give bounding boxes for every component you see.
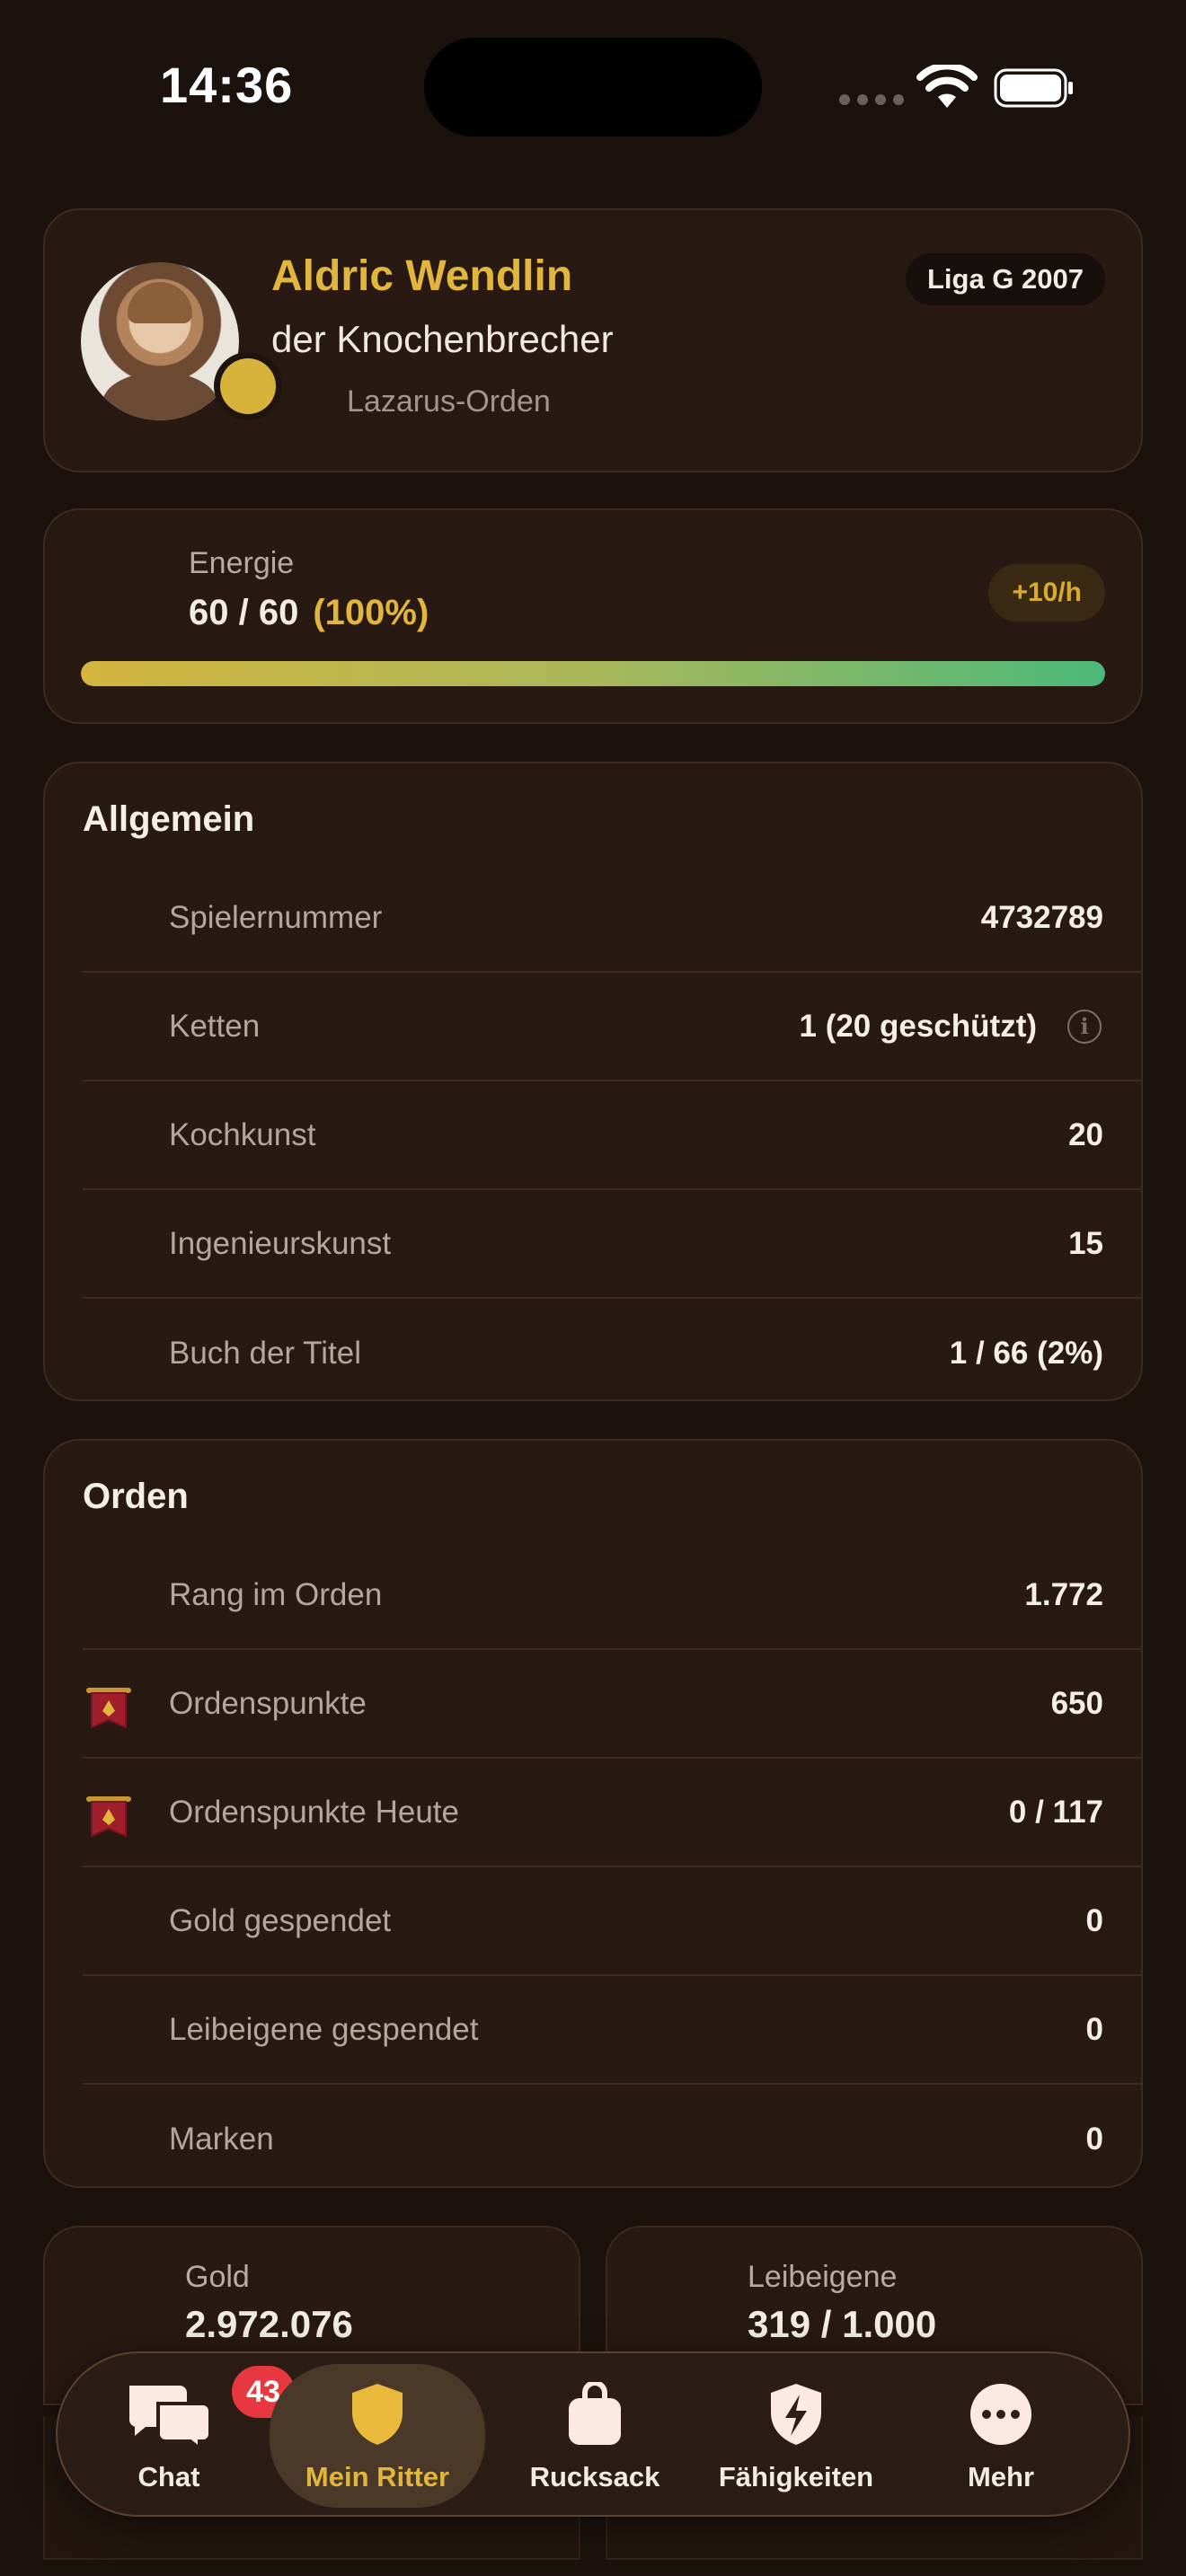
row-label: Buch der Titel [169,1335,361,1371]
tab-mein-ritter[interactable]: Mein Ritter [270,2364,485,2508]
battery-icon [994,68,1073,108]
league-badge[interactable]: Liga G 2007 [905,253,1105,305]
hero-order[interactable]: Lazarus-Orden [347,384,551,419]
more-dots-icon [970,2384,1031,2445]
status-time: 14:36 [160,57,294,113]
tab-faehigkeiten[interactable]: Fähigkeiten [688,2353,904,2519]
row-value: 4732789 [980,899,1103,935]
order-section-title: Orden [83,1477,189,1516]
gold-value: 2.972.076 [185,2303,353,2345]
list-item-order-rank: Rang im Orden 1.772 [83,1541,1141,1650]
row-label: Ingenieurskunst [169,1225,392,1261]
row-label: Ketten [169,1008,261,1044]
avatar-level-badge [214,352,282,420]
row-label: Kochkunst [169,1116,316,1152]
serfs-value: 319 / 1.000 [748,2303,937,2345]
list-item-cooking: Kochkunst 20 [83,1081,1141,1190]
shield-icon [352,2384,403,2445]
hero-title: der Knochenbrecher [271,318,614,360]
row-label: Marken [169,2121,274,2157]
energy-label: Energie [189,546,295,580]
backpack-icon [569,2382,621,2445]
order-rows: Rang im Orden 1.772 Ordenspunkte 650 Ord… [83,1541,1141,2193]
tab-label: Mein Ritter [305,2461,450,2492]
cellular-signal-icon [839,94,904,105]
list-item-gold-donated: Gold gespendet 0 [83,1867,1141,1976]
list-item-chains[interactable]: Ketten 1 (20 geschützt) i [83,973,1141,1081]
list-item-book-of-titles[interactable]: Buch der Titel 1 / 66 (2%) [83,1299,1141,1407]
order-banner-icon [86,1796,131,1838]
row-label: Ordenspunkte Heute [169,1794,459,1830]
general-rows: Spielernummer 4732789 Ketten 1 (20 gesch… [83,864,1141,1407]
tab-label: Mehr [967,2461,1035,2492]
tab-chat[interactable]: Chat 43 [61,2353,295,2519]
chat-bubbles-icon [129,2386,212,2448]
row-value: 650 [1050,1685,1103,1721]
row-label: Spielernummer [169,899,383,935]
general-section: Allgemein Spielernummer 4732789 Ketten 1… [43,762,1143,1401]
energy-percent: (100%) [313,593,429,632]
list-item-tokens: Marken 0 [83,2085,1141,2193]
energy-rate-badge: +10/h [988,564,1105,622]
row-value: 15 [1068,1225,1103,1261]
tab-rucksack[interactable]: Rucksack [487,2353,703,2519]
tab-mehr[interactable]: Mehr [893,2353,1109,2519]
row-label: Rang im Orden [169,1576,383,1612]
row-value: 0 [1085,2121,1103,2157]
row-value: 0 [1085,2011,1103,2047]
energy-value-line: 60 / 60 (100%) [189,593,429,633]
hero-name: Aldric Wendlin [271,252,573,300]
profile-card[interactable]: Aldric Wendlin der Knochenbrecher Lazaru… [43,208,1143,472]
list-item-order-points: Ordenspunkte 650 [83,1650,1141,1759]
row-value: 1 (20 geschützt) [799,1008,1038,1044]
screen: 14:36 Aldric Wendlin der Knochenbrecher … [0,0,1186,2576]
order-banner-icon [86,1688,131,1729]
row-value: 1.772 [1024,1576,1103,1612]
row-label: Gold gespendet [169,1902,392,1938]
tab-bar: Chat 43 Mein Ritter Rucksack Fähigkeiten… [56,2351,1130,2517]
row-value: 0 [1085,1902,1103,1938]
row-label: Ordenspunkte [169,1685,367,1721]
wifi-icon [916,65,978,108]
tab-label: Chat [137,2461,200,2492]
energy-progress-fill [81,661,1105,686]
list-item-serfs-donated: Leibeigene gespendet 0 [83,1976,1141,2085]
row-value: 0 / 117 [1008,1794,1103,1830]
order-section: Orden Rang im Orden 1.772 Ordenspunkte 6… [43,1439,1143,2188]
gold-label: Gold [185,2260,250,2294]
list-item-engineering: Ingenieurskunst 15 [83,1190,1141,1299]
lightning-shield-icon [771,2384,821,2445]
list-item-player-number: Spielernummer 4732789 [83,864,1141,973]
tab-label: Fähigkeiten [718,2461,874,2492]
serfs-label: Leibeigene [748,2260,898,2294]
dynamic-island [424,38,762,137]
energy-progress-bar [81,661,1105,686]
general-section-title: Allgemein [83,799,255,839]
row-label: Leibeigene gespendet [169,2011,479,2047]
list-item-order-points-today: Ordenspunkte Heute 0 / 117 [83,1759,1141,1867]
info-icon[interactable]: i [1067,1009,1102,1044]
energy-value: 60 / 60 [189,593,299,632]
row-value: 20 [1068,1116,1103,1152]
row-value: 1 / 66 (2%) [949,1335,1103,1371]
energy-card: Energie 60 / 60 (100%) +10/h [43,508,1143,724]
tab-label: Rucksack [529,2461,660,2492]
